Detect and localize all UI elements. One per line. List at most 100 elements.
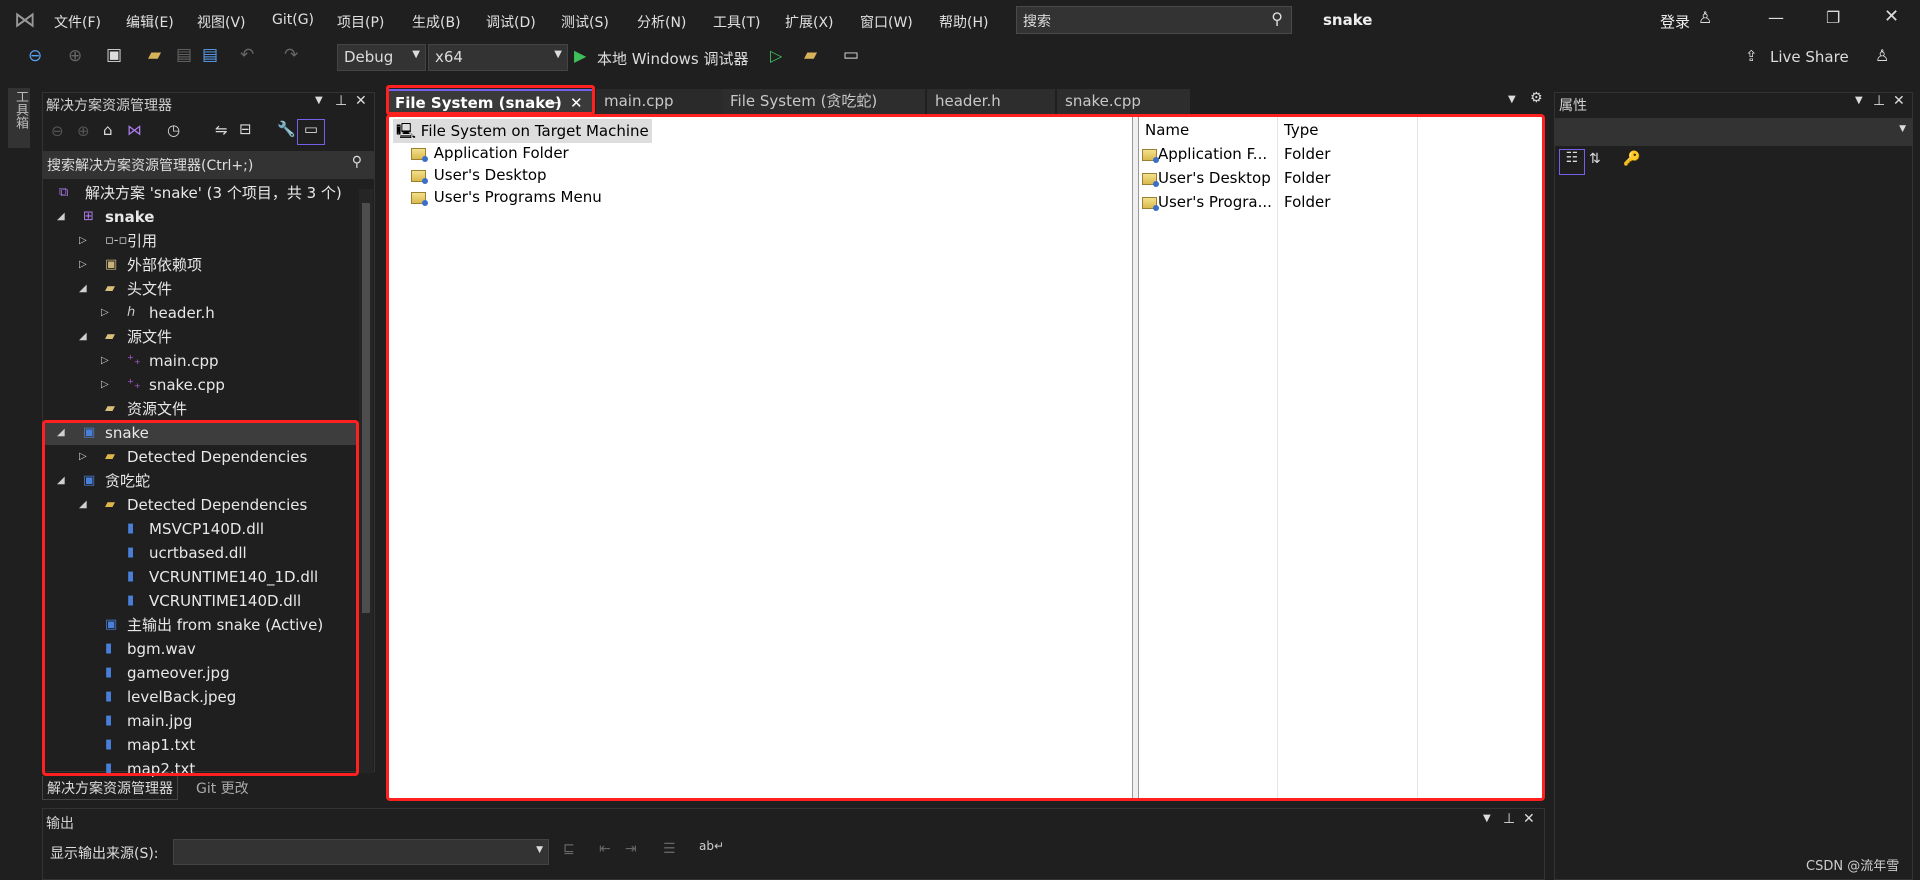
tree-item[interactable]: ◢ ⊞ snake [42, 205, 358, 229]
solution-search-input[interactable]: 搜索解决方案资源管理器(Ctrl+;) ⚲ [43, 151, 374, 179]
collapsed-chevron-icon[interactable]: ▷ [101, 373, 109, 397]
switch-views-icon[interactable]: ⋈ [127, 121, 142, 139]
new-project-icon[interactable]: ▣ [106, 45, 122, 65]
tab-git-changes[interactable]: Git 更改 [196, 778, 249, 798]
window-layout-icon[interactable]: ▭ [843, 45, 859, 65]
menu-item[interactable]: 工具(T) [713, 12, 760, 32]
save-all-icon[interactable]: ▤ [202, 45, 218, 65]
tree-item-label: 解决方案 'snake' (3 个项目，共 3 个) [85, 184, 342, 202]
pending-changes-filter-icon[interactable]: ◷ [167, 121, 180, 139]
close-panel-icon[interactable]: ✕ [355, 93, 367, 109]
tree-item[interactable]: ◢ ▰ 源文件 [42, 325, 358, 349]
back-icon[interactable]: ⊖ [51, 122, 64, 140]
menu-item[interactable]: 测试(S) [561, 12, 609, 32]
live-share-icon[interactable]: ⇪ [1745, 47, 1758, 65]
login-link[interactable]: 登录 [1660, 11, 1690, 32]
output-source-dropdown[interactable]: ▼ [173, 839, 549, 865]
start-without-debug-icon[interactable]: ▷ [770, 46, 782, 65]
properties-wrench-icon[interactable]: 🔧 [277, 120, 296, 138]
menu-item[interactable]: 项目(P) [337, 12, 384, 32]
tab-main-cpp[interactable]: main.cpp [596, 89, 722, 114]
close-panel-icon[interactable]: ✕ [1893, 93, 1905, 109]
menu-item[interactable]: 帮助(H) [939, 12, 988, 32]
collapsed-chevron-icon[interactable]: ▷ [101, 301, 109, 325]
account-icon[interactable]: ♙ [1698, 8, 1712, 27]
close-panel-icon[interactable]: ✕ [1523, 811, 1535, 827]
tree-item[interactable]: ⧉ 解决方案 'snake' (3 个项目，共 3 个) [42, 181, 358, 205]
tab-list-dropdown-icon[interactable]: ▼ [1508, 94, 1516, 105]
save-icon[interactable]: ▤ [176, 45, 192, 65]
previous-message-icon[interactable]: ⇤ [599, 841, 611, 857]
panel-dropdown-icon[interactable]: ▼ [315, 95, 323, 106]
scrollbar[interactable] [359, 189, 373, 773]
configuration-dropdown[interactable]: Debug ▼ [337, 44, 426, 71]
tree-item[interactable]: ▷ ▫-▫ 引用 [42, 229, 358, 253]
tab-snake-cpp[interactable]: snake.cpp [1057, 89, 1190, 114]
minimize-button[interactable]: — [1768, 8, 1784, 27]
settings-gear-icon[interactable]: ⚙ [1530, 90, 1543, 106]
collapsed-chevron-icon[interactable]: ▷ [79, 253, 87, 277]
menu-item[interactable]: 调试(D) [486, 12, 536, 32]
object-selector-dropdown[interactable]: ▼ [1555, 118, 1912, 146]
collapsed-chevron-icon[interactable]: ▷ [79, 229, 87, 253]
menu-item[interactable]: Git(G) [272, 12, 314, 28]
output-panel: 输出 ▼ ⊥ ✕ 显示输出来源(S): ▼ ⊑ ⇤ ⇥ ☰ ab↵ [42, 808, 1545, 880]
panel-dropdown-icon[interactable]: ▼ [1855, 95, 1863, 106]
next-message-icon[interactable]: ⇥ [625, 841, 637, 857]
open-icon[interactable]: ▰ [148, 45, 161, 65]
redo-icon[interactable]: ↷ [284, 45, 298, 65]
tab-file-system-tanchishe[interactable]: File System (贪吃蛇) [722, 89, 925, 114]
pin-icon[interactable]: ⊥ [335, 93, 347, 109]
expanded-chevron-icon[interactable]: ◢ [79, 277, 87, 301]
solution-icon: ⧉ [59, 185, 69, 200]
menu-item[interactable]: 分析(N) [637, 12, 686, 32]
undo-icon[interactable]: ↶ [240, 45, 254, 65]
tree-item[interactable]: ▷ ⁺₊ main.cpp [42, 349, 358, 373]
live-share-button[interactable]: Live Share [1770, 48, 1849, 66]
feedback-icon[interactable]: ♙ [1875, 46, 1889, 65]
tree-item[interactable]: ▷ ⁺₊ snake.cpp [42, 373, 358, 397]
menu-item[interactable]: 文件(F) [54, 12, 101, 32]
scrollbar-thumb[interactable] [362, 203, 370, 613]
categorized-icon[interactable]: ☷ [1559, 149, 1585, 175]
pin-icon[interactable]: ⊥ [1503, 811, 1515, 827]
home-icon[interactable]: ⌂ [103, 121, 113, 139]
restore-button[interactable]: ❐ [1826, 8, 1840, 27]
tree-item[interactable]: ▷ ▣ 外部依赖项 [42, 253, 358, 277]
sync-icon[interactable]: ⇋ [215, 121, 228, 139]
menu-item[interactable]: 扩展(X) [785, 12, 834, 32]
menu-item[interactable]: 编辑(E) [126, 12, 174, 32]
word-wrap-icon[interactable]: ab↵ [699, 839, 724, 853]
forward-icon[interactable]: ⊕ [77, 122, 90, 140]
pin-icon[interactable]: ⊥ [1873, 93, 1885, 109]
tab-solution-explorer[interactable]: 解决方案资源管理器 [42, 776, 178, 800]
tab-header-h[interactable]: header.h [927, 89, 1055, 114]
tree-item[interactable]: ◢ ▰ 头文件 [42, 277, 358, 301]
alphabetical-icon[interactable]: ⇅ [1589, 151, 1601, 167]
toolbox-tab[interactable]: 工具箱 [8, 88, 30, 148]
clear-all-icon[interactable]: ☰ [663, 841, 676, 857]
expanded-chevron-icon[interactable]: ◢ [57, 205, 65, 229]
configuration-value: Debug [344, 48, 394, 66]
menu-item[interactable]: 生成(B) [412, 12, 461, 32]
panel-dropdown-icon[interactable]: ▼ [1483, 813, 1491, 824]
collapse-all-icon[interactable]: ⊟ [239, 120, 252, 138]
tree-item-label: 引用 [127, 232, 158, 250]
close-window-button[interactable]: ✕ [1884, 6, 1899, 27]
forward-icon[interactable]: ⊕ [68, 46, 82, 66]
preview-selected-icon[interactable]: ▭ [297, 119, 325, 145]
tree-item[interactable]: ▰ 资源文件 [42, 397, 358, 421]
platform-dropdown[interactable]: x64 ▼ [428, 44, 568, 71]
go-to-location-icon[interactable]: ⊑ [563, 841, 575, 857]
collapsed-chevron-icon[interactable]: ▷ [101, 349, 109, 373]
menu-item[interactable]: 窗口(W) [860, 12, 913, 32]
menu-item[interactable]: 视图(V) [197, 12, 246, 32]
start-debug-button[interactable]: 本地 Windows 调试器 [597, 48, 749, 69]
search-box[interactable]: 搜索 ⚲ [1016, 6, 1292, 34]
expanded-chevron-icon[interactable]: ◢ [79, 325, 87, 349]
start-debug-icon[interactable]: ▶ [574, 46, 586, 65]
folder-search-icon[interactable]: ▰ [804, 45, 817, 65]
back-icon[interactable]: ⊖ [28, 46, 42, 66]
property-pages-icon[interactable]: 🔑 [1623, 151, 1640, 167]
tree-item[interactable]: ▷ ℎ header.h [42, 301, 358, 325]
